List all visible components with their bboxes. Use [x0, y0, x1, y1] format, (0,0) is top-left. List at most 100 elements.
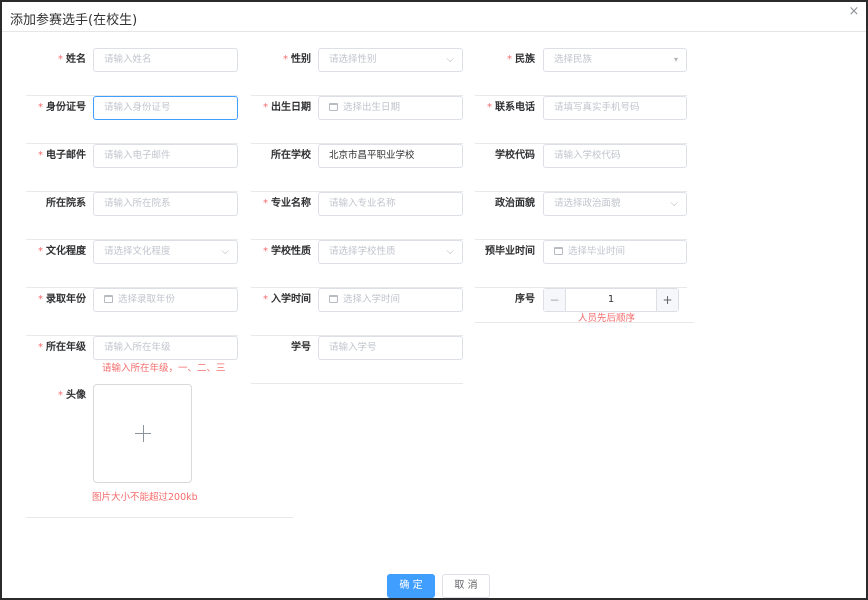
ethnicity-label: * 民族 [475, 48, 535, 72]
form-item-school: 所在学校 北京市昌平职业学校 [251, 144, 463, 192]
form-item-email: * 电子邮件 请输入电子邮件 [26, 144, 238, 192]
id-number-placeholder: 请输入身份证号 [104, 102, 171, 113]
phone-placeholder: 请填写真实手机号码 [554, 102, 640, 113]
id-number-input[interactable]: 请输入身份证号 [93, 96, 238, 120]
required-mark: * [38, 102, 43, 113]
admission-year-label: * 录取年份 [26, 288, 86, 312]
form-item-phone: * 联系电话 请填写真实手机号码 [475, 96, 687, 144]
major-label-text: 专业名称 [271, 198, 311, 209]
calendar-icon [329, 103, 338, 111]
department-input[interactable]: 请输入所在院系 [93, 192, 238, 216]
grade-label: * 所在年级 [26, 336, 86, 360]
form-item-major: * 专业名称 请输入专业名称 [251, 192, 463, 240]
required-mark: * [263, 246, 268, 257]
divider [26, 517, 293, 518]
increment-button[interactable]: + [656, 289, 678, 311]
school-code-placeholder: 请输入学校代码 [554, 150, 621, 161]
major-placeholder: 请输入专业名称 [329, 198, 396, 209]
form-item-department: 所在院系 请输入所在院系 [26, 192, 238, 240]
education-placeholder: 请选择文化程度 [104, 246, 171, 257]
order-stepper[interactable]: − 1 + [543, 288, 679, 312]
student-id-input[interactable]: 请输入学号 [318, 336, 463, 360]
required-mark: * [38, 246, 43, 257]
ethnicity-label-text: 民族 [515, 54, 535, 65]
form-item-order: 序号 − 1 + 人员先后顺序 [475, 288, 694, 336]
calendar-icon [554, 247, 563, 255]
form-item-birth-date: * 出生日期 选择出生日期 [251, 96, 463, 144]
grad-time-label: 预毕业时间 [485, 246, 535, 257]
major-input[interactable]: 请输入专业名称 [318, 192, 463, 216]
political-status-select[interactable]: 请选择政治面貌 ⌵ [543, 192, 687, 216]
caret-down-icon: ▾ [673, 55, 678, 64]
grade-hint: 请输入所在年级，一、二、三 [102, 363, 226, 374]
ethnicity-placeholder: 选择民族 [554, 54, 593, 65]
avatar-label: * 头像 [26, 384, 86, 408]
form-item-grade: * 所在年级 请输入所在年级 请输入所在年级，一、二、三 [26, 336, 238, 384]
required-mark: * [487, 102, 492, 113]
school-code-input[interactable]: 请输入学校代码 [543, 144, 687, 168]
cancel-button[interactable]: 取 消 [442, 574, 490, 598]
chevron-down-icon: ⌵ [446, 54, 454, 65]
required-mark: * [263, 198, 268, 209]
required-mark: * [283, 54, 288, 65]
form-item-admission-year: * 录取年份 选择录取年份 [26, 288, 238, 336]
dialog-title: 添加参赛选手(在校生) [10, 13, 138, 28]
form-item-enroll-time: * 入学时间 选择入学时间 [251, 288, 463, 336]
grade-label-text: 所在年级 [46, 342, 86, 353]
name-label-text: 姓名 [66, 54, 86, 65]
school-type-label-text: 学校性质 [271, 246, 311, 257]
decrement-button[interactable]: − [544, 289, 566, 311]
birth-date-label-text: 出生日期 [271, 102, 311, 113]
name-placeholder: 请输入姓名 [104, 54, 152, 65]
gender-label-text: 性别 [291, 54, 311, 65]
grad-time-picker[interactable]: 选择毕业时间 [543, 240, 687, 264]
avatar-uploader[interactable] [93, 384, 192, 483]
form-item-political-status: 政治面貌 请选择政治面貌 ⌵ [475, 192, 687, 240]
email-placeholder: 请输入电子邮件 [104, 150, 171, 161]
email-label-text: 电子邮件 [46, 150, 86, 161]
enroll-time-picker[interactable]: 选择入学时间 [318, 288, 463, 312]
name-input[interactable]: 请输入姓名 [93, 48, 238, 72]
form-item-avatar: * 头像 图片大小不能超过200kb [26, 384, 293, 518]
school-input[interactable]: 北京市昌平职业学校 [318, 144, 463, 168]
gender-placeholder: 请选择性别 [329, 54, 377, 65]
gender-select[interactable]: 请选择性别 ⌵ [318, 48, 463, 72]
education-select[interactable]: 请选择文化程度 ⌵ [93, 240, 238, 264]
grade-input[interactable]: 请输入所在年级 [93, 336, 238, 360]
ethnicity-select[interactable]: 选择民族 ▾ [543, 48, 687, 72]
phone-label-text: 联系电话 [495, 102, 535, 113]
school-value: 北京市昌平职业学校 [329, 150, 415, 161]
email-input[interactable]: 请输入电子邮件 [93, 144, 238, 168]
admission-year-placeholder: 选择录取年份 [118, 294, 176, 305]
form-item-ethnicity: * 民族 选择民族 ▾ [475, 48, 687, 96]
grad-time-placeholder: 选择毕业时间 [568, 246, 626, 257]
divider [475, 322, 694, 323]
education-label: * 文化程度 [26, 240, 86, 264]
required-mark: * [263, 102, 268, 113]
name-label: * 姓名 [26, 48, 86, 72]
id-number-label-text: 身份证号 [46, 102, 86, 113]
close-icon[interactable]: × [846, 4, 862, 20]
gender-label: * 性别 [251, 48, 311, 72]
enroll-time-label: * 入学时间 [251, 288, 311, 312]
order-value[interactable]: 1 [566, 289, 656, 311]
admission-year-label-text: 录取年份 [46, 294, 86, 305]
chevron-down-icon: ⌵ [446, 246, 454, 257]
school-type-select[interactable]: 请选择学校性质 ⌵ [318, 240, 463, 264]
enroll-time-label-text: 入学时间 [271, 294, 311, 305]
department-placeholder: 请输入所在院系 [104, 198, 171, 209]
school-type-label: * 学校性质 [251, 240, 311, 264]
confirm-button[interactable]: 确 定 [387, 574, 435, 598]
required-mark: * [38, 150, 43, 161]
chevron-down-icon: ⌵ [221, 246, 229, 257]
calendar-icon [104, 295, 113, 303]
required-mark: * [58, 54, 63, 65]
admission-year-picker[interactable]: 选择录取年份 [93, 288, 238, 312]
political-status-label: 政治面貌 [495, 198, 535, 209]
phone-input[interactable]: 请填写真实手机号码 [543, 96, 687, 120]
required-mark: * [38, 342, 43, 353]
political-status-placeholder: 请选择政治面貌 [554, 198, 621, 209]
birth-date-picker[interactable]: 选择出生日期 [318, 96, 463, 120]
school-type-placeholder: 请选择学校性质 [329, 246, 396, 257]
major-label: * 专业名称 [251, 192, 311, 216]
